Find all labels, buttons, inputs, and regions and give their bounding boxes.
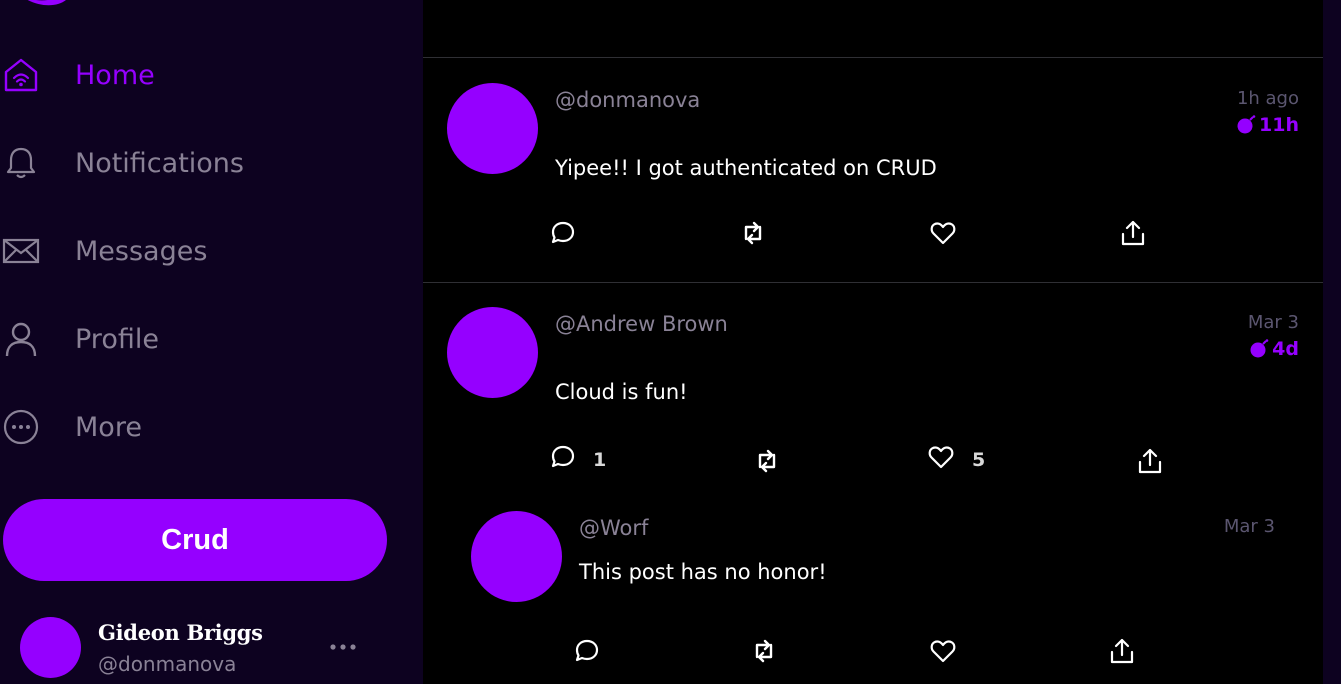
reply-button[interactable] <box>573 637 601 665</box>
profile-name: Gideon Briggs <box>98 620 263 645</box>
reply-button[interactable] <box>549 219 577 247</box>
user-icon <box>5 322 37 357</box>
crud-button[interactable]: Crud <box>3 499 387 581</box>
avatar[interactable] <box>447 307 538 398</box>
post-date: Mar 3 <box>1223 516 1275 537</box>
like-button[interactable] <box>929 637 957 665</box>
heart-icon <box>930 640 956 663</box>
reply-button[interactable] <box>549 443 577 471</box>
sidebar-item-home[interactable]: Home <box>0 50 380 100</box>
post-message: Cloud is fun! <box>555 380 688 404</box>
share-icon <box>1138 448 1162 474</box>
avatar[interactable] <box>447 83 538 174</box>
more-circle-icon <box>3 409 39 445</box>
logo-icon[interactable] <box>14 0 74 12</box>
sidebar-item-notifications[interactable]: Notifications <box>0 138 380 188</box>
bomb-icon <box>1237 115 1256 134</box>
feed: @donmanova 1h ago 11h Yipee!! I got auth… <box>423 0 1323 684</box>
avatar[interactable] <box>20 617 81 678</box>
post-message: Yipee!! I got authenticated on CRUD <box>555 156 937 180</box>
like-count: 5 <box>972 449 986 471</box>
post-handle[interactable]: @donmanova <box>555 88 700 112</box>
repost-icon <box>755 639 773 663</box>
divider <box>423 282 1323 283</box>
share-button[interactable] <box>1119 219 1147 247</box>
repost-icon <box>744 221 762 245</box>
expires-label: 4d <box>1272 338 1299 360</box>
avatar[interactable] <box>471 511 562 602</box>
post-expires: 11h <box>1236 114 1299 136</box>
reply-icon <box>551 221 575 244</box>
post-expires: 4d <box>1249 338 1299 360</box>
repost-icon <box>758 449 776 473</box>
post-message: This post has no honor! <box>579 560 827 584</box>
envelope-icon <box>2 238 40 264</box>
app: Home Notifications Messages Profile More… <box>0 0 1341 684</box>
like-button[interactable] <box>929 219 957 247</box>
post-date: 1h ago <box>1236 88 1299 109</box>
share-button[interactable] <box>1108 637 1136 665</box>
sidebar-item-label: Home <box>75 59 155 91</box>
sidebar-item-messages[interactable]: Messages <box>0 226 380 276</box>
sidebar-item-label: More <box>75 411 142 443</box>
sidebar-item-label: Messages <box>75 235 208 267</box>
expires-label: 11h <box>1259 114 1299 136</box>
repost-button[interactable] <box>739 219 767 247</box>
share-icon <box>1121 220 1145 246</box>
sidebar: Home Notifications Messages Profile More… <box>0 0 423 684</box>
reply-icon <box>551 445 575 468</box>
like-button[interactable] <box>927 443 955 471</box>
bell-icon <box>6 147 36 179</box>
share-icon <box>1110 638 1134 664</box>
sidebar-item-more[interactable]: More <box>0 402 380 452</box>
reply-icon <box>575 639 599 662</box>
bomb-icon <box>1250 339 1269 358</box>
share-button[interactable] <box>1136 447 1164 475</box>
right-panel <box>1323 0 1341 684</box>
sidebar-item-label: Profile <box>75 323 159 355</box>
post-date: Mar 3 <box>1247 312 1299 333</box>
repost-button[interactable] <box>750 637 778 665</box>
heart-icon <box>928 446 954 469</box>
reply-count: 1 <box>593 449 607 471</box>
feed-header <box>423 0 1323 58</box>
repost-button[interactable] <box>753 447 781 475</box>
sidebar-item-label: Notifications <box>75 147 244 179</box>
sidebar-item-profile[interactable]: Profile <box>0 314 380 364</box>
post-handle[interactable]: @Worf <box>579 516 648 540</box>
heart-icon <box>930 222 956 245</box>
post-handle[interactable]: @Andrew Brown <box>555 312 728 336</box>
ellipsis-icon[interactable] <box>326 636 360 658</box>
home-icon <box>4 58 38 92</box>
profile-handle: @donmanova <box>98 652 237 676</box>
